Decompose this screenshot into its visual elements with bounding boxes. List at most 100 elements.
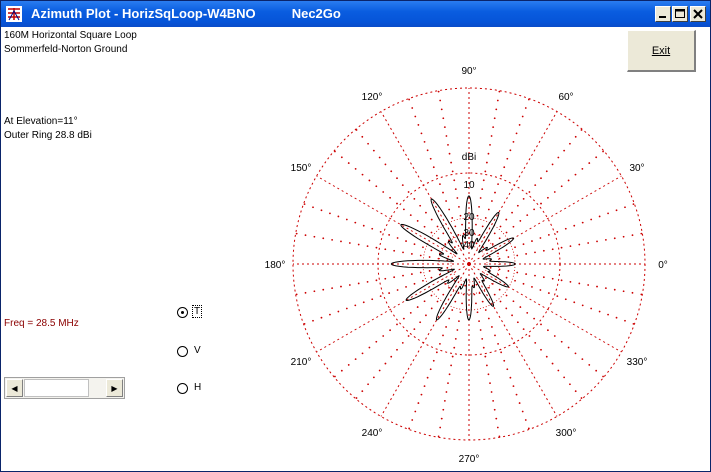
grid-dot <box>596 240 598 243</box>
grid-dot <box>624 206 626 209</box>
grid-dot <box>411 107 414 109</box>
minimize-button[interactable] <box>655 6 671 22</box>
radio-vertical-label[interactable]: V <box>194 345 201 356</box>
grid-dot <box>485 161 488 164</box>
grid-dot <box>458 320 460 323</box>
title-bar[interactable]: Azimuth Plot - HorizSqLoop-W4BNO Nec2Go <box>1 1 710 27</box>
grid-dot <box>419 204 422 207</box>
scroll-right-arrow-icon[interactable]: ▶ <box>106 379 123 397</box>
grid-dot <box>481 337 484 340</box>
maximize-button[interactable] <box>672 6 688 22</box>
grid-dot <box>401 342 404 344</box>
grid-dot <box>428 256 431 258</box>
grid-dot <box>413 197 416 200</box>
grid-dot <box>444 283 447 285</box>
grid-dot <box>414 115 417 118</box>
grid-dot <box>493 232 496 235</box>
grid-dot <box>442 232 445 235</box>
grid-dot <box>448 373 451 376</box>
grid-dot <box>459 214 462 217</box>
grid-dot <box>378 369 381 372</box>
grid-dot <box>458 205 460 208</box>
grid-dot <box>522 197 525 200</box>
grid-dot <box>445 200 447 202</box>
grid-dot <box>524 419 527 421</box>
grid-dot <box>521 410 524 413</box>
grid-dot <box>500 174 503 177</box>
grid-dot <box>640 293 643 296</box>
grid-dot <box>507 256 510 258</box>
grid-dot <box>481 188 484 191</box>
grid-dot <box>516 321 519 324</box>
grid-dot <box>439 342 441 345</box>
grid-dot <box>557 369 560 372</box>
radio-vertical[interactable] <box>177 346 188 357</box>
grid-dot <box>378 156 381 159</box>
scroll-left-arrow-icon[interactable]: ◀ <box>6 379 23 397</box>
grid-dot <box>361 352 364 355</box>
close-button[interactable] <box>690 6 706 22</box>
grid-dot <box>574 173 577 176</box>
grid-dot <box>372 149 375 152</box>
exit-button-label: Exit <box>651 45 671 57</box>
radio-total[interactable] <box>177 307 188 318</box>
grid-dot <box>492 126 495 129</box>
grid-dot <box>534 342 537 344</box>
angle-label: 270° <box>459 454 480 465</box>
grid-dot <box>393 276 396 279</box>
grid-dot <box>429 157 432 160</box>
grid-dot <box>540 323 542 326</box>
frequency-scrollbar[interactable]: ◀ ▶ <box>4 377 125 399</box>
grid-dot <box>598 215 601 218</box>
angle-label: 90° <box>461 67 476 77</box>
exit-button[interactable]: Exit <box>627 30 696 72</box>
grid-dot <box>551 362 554 365</box>
grid-dot <box>372 376 375 379</box>
grid-dot <box>439 99 442 102</box>
grid-dot <box>437 435 440 438</box>
grid-dot <box>331 238 334 241</box>
outer-ring-label: Outer Ring 28.8 dBi <box>4 130 92 141</box>
grid-dot <box>590 307 593 310</box>
grid-dot <box>396 289 399 291</box>
grid-dot <box>495 108 498 111</box>
angle-label: 30° <box>629 163 644 174</box>
grid-dot <box>580 397 583 399</box>
grid-dot <box>491 326 493 328</box>
grid-dot <box>497 273 500 276</box>
grid-dot <box>540 177 542 180</box>
grid-dot <box>518 402 521 404</box>
grid-dot <box>450 161 453 164</box>
grid-dot <box>539 237 542 239</box>
grid-dot <box>488 239 490 242</box>
grid-dot <box>451 309 454 311</box>
grid-dot <box>569 245 572 248</box>
grid-dot <box>304 291 307 294</box>
grid-dot <box>448 152 451 155</box>
radio-horizontal-label[interactable]: H <box>194 382 201 393</box>
grid-dot <box>375 185 378 188</box>
grid-dot <box>506 157 509 160</box>
grid-dot <box>447 143 449 146</box>
radio-horizontal[interactable] <box>177 383 188 394</box>
grid-dot <box>514 246 516 249</box>
spoke-line <box>468 263 622 353</box>
scroll-thumb[interactable] <box>24 379 89 397</box>
grid-dot <box>567 179 570 182</box>
grid-dot <box>402 274 404 277</box>
grid-dot <box>402 317 405 320</box>
grid-dot <box>384 163 387 166</box>
grid-dot <box>407 335 410 337</box>
grid-dot <box>560 246 563 249</box>
grid-dot <box>367 142 369 145</box>
radio-total-label[interactable]: T <box>191 305 203 318</box>
grid-dot <box>461 223 463 226</box>
azimuth-plot-window: Azimuth Plot - HorizSqLoop-W4BNO Nec2Go … <box>0 0 711 472</box>
grid-dot <box>423 140 426 143</box>
grid-dot <box>408 427 411 430</box>
grid-dot <box>354 221 357 224</box>
grid-dot <box>556 295 559 298</box>
grid-dot <box>498 288 501 291</box>
grid-dot <box>475 223 477 226</box>
grid-dot <box>355 397 358 399</box>
